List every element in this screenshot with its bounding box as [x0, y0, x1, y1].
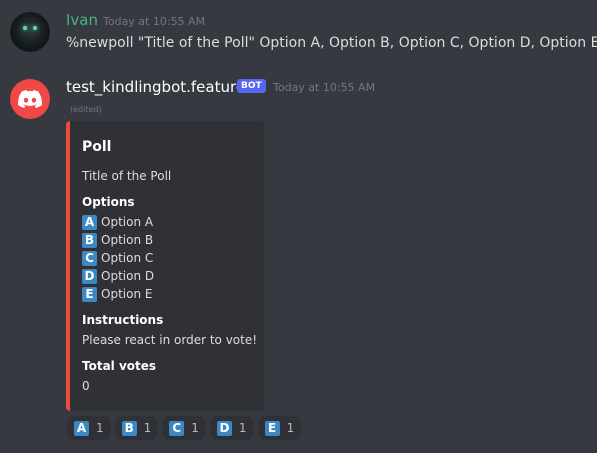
option-label: Option B: [101, 233, 154, 247]
reaction-count: 1: [286, 421, 295, 435]
options-label: Options: [82, 195, 135, 209]
regional-indicator-c-icon: C: [169, 420, 185, 436]
option-row: E Option E: [82, 286, 152, 302]
option-label: Option E: [101, 287, 153, 301]
embed-description: Title of the Poll: [82, 169, 172, 183]
bot-avatar[interactable]: [10, 79, 50, 119]
bot-tag: BOT: [237, 79, 266, 93]
reaction-d[interactable]: D 1: [209, 416, 254, 440]
reaction-c[interactable]: C 1: [162, 416, 206, 440]
avatar-eyes: [23, 25, 37, 31]
message-content: %newpoll "Title of the Poll" Option A, O…: [66, 35, 597, 51]
regional-indicator-b-icon: B: [82, 232, 97, 248]
embed-title: Poll: [82, 139, 112, 155]
regional-indicator-d-icon: D: [82, 268, 97, 284]
option-label: Option A: [101, 215, 154, 229]
timestamp: Today at 10:55 AM: [273, 81, 376, 94]
option-label: Option C: [101, 251, 154, 265]
reactions-bar: A 1 B 1 C 1 D 1 E 1: [67, 416, 302, 440]
reaction-e[interactable]: E 1: [257, 416, 302, 440]
instructions-text: Please react in order to vote!: [82, 333, 258, 347]
regional-indicator-e-icon: E: [82, 286, 97, 302]
total-votes-value: 0: [82, 379, 90, 393]
option-row: C Option C: [82, 250, 153, 266]
timestamp: Today at 10:55 AM: [103, 15, 206, 28]
regional-indicator-a-icon: A: [74, 420, 89, 436]
option-row: A Option A: [82, 214, 153, 230]
total-votes-label: Total votes: [82, 359, 157, 373]
user-avatar[interactable]: [10, 12, 50, 52]
reaction-count: 1: [238, 421, 247, 435]
reaction-count: 1: [191, 421, 199, 435]
regional-indicator-c-icon: C: [82, 250, 97, 266]
reaction-count: 1: [96, 421, 104, 435]
edited-label: (edited): [70, 105, 102, 114]
reaction-a[interactable]: A 1: [67, 416, 111, 440]
bot-username[interactable]: test_kindlingbot.features: [66, 78, 253, 96]
regional-indicator-b-icon: B: [121, 420, 137, 436]
option-row: D Option D: [82, 268, 154, 284]
reaction-b[interactable]: B 1: [114, 416, 159, 440]
reaction-count: 1: [143, 421, 152, 435]
discord-logo-icon: [18, 90, 42, 108]
option-row: B Option B: [82, 232, 153, 248]
regional-indicator-d-icon: D: [216, 420, 232, 436]
instructions-label: Instructions: [82, 313, 164, 327]
regional-indicator-e-icon: E: [264, 420, 280, 436]
regional-indicator-a-icon: A: [82, 214, 97, 230]
option-label: Option D: [101, 269, 155, 283]
poll-embed: Poll Title of the Poll Options A Option …: [66, 121, 264, 411]
username[interactable]: Ivan: [66, 11, 98, 29]
